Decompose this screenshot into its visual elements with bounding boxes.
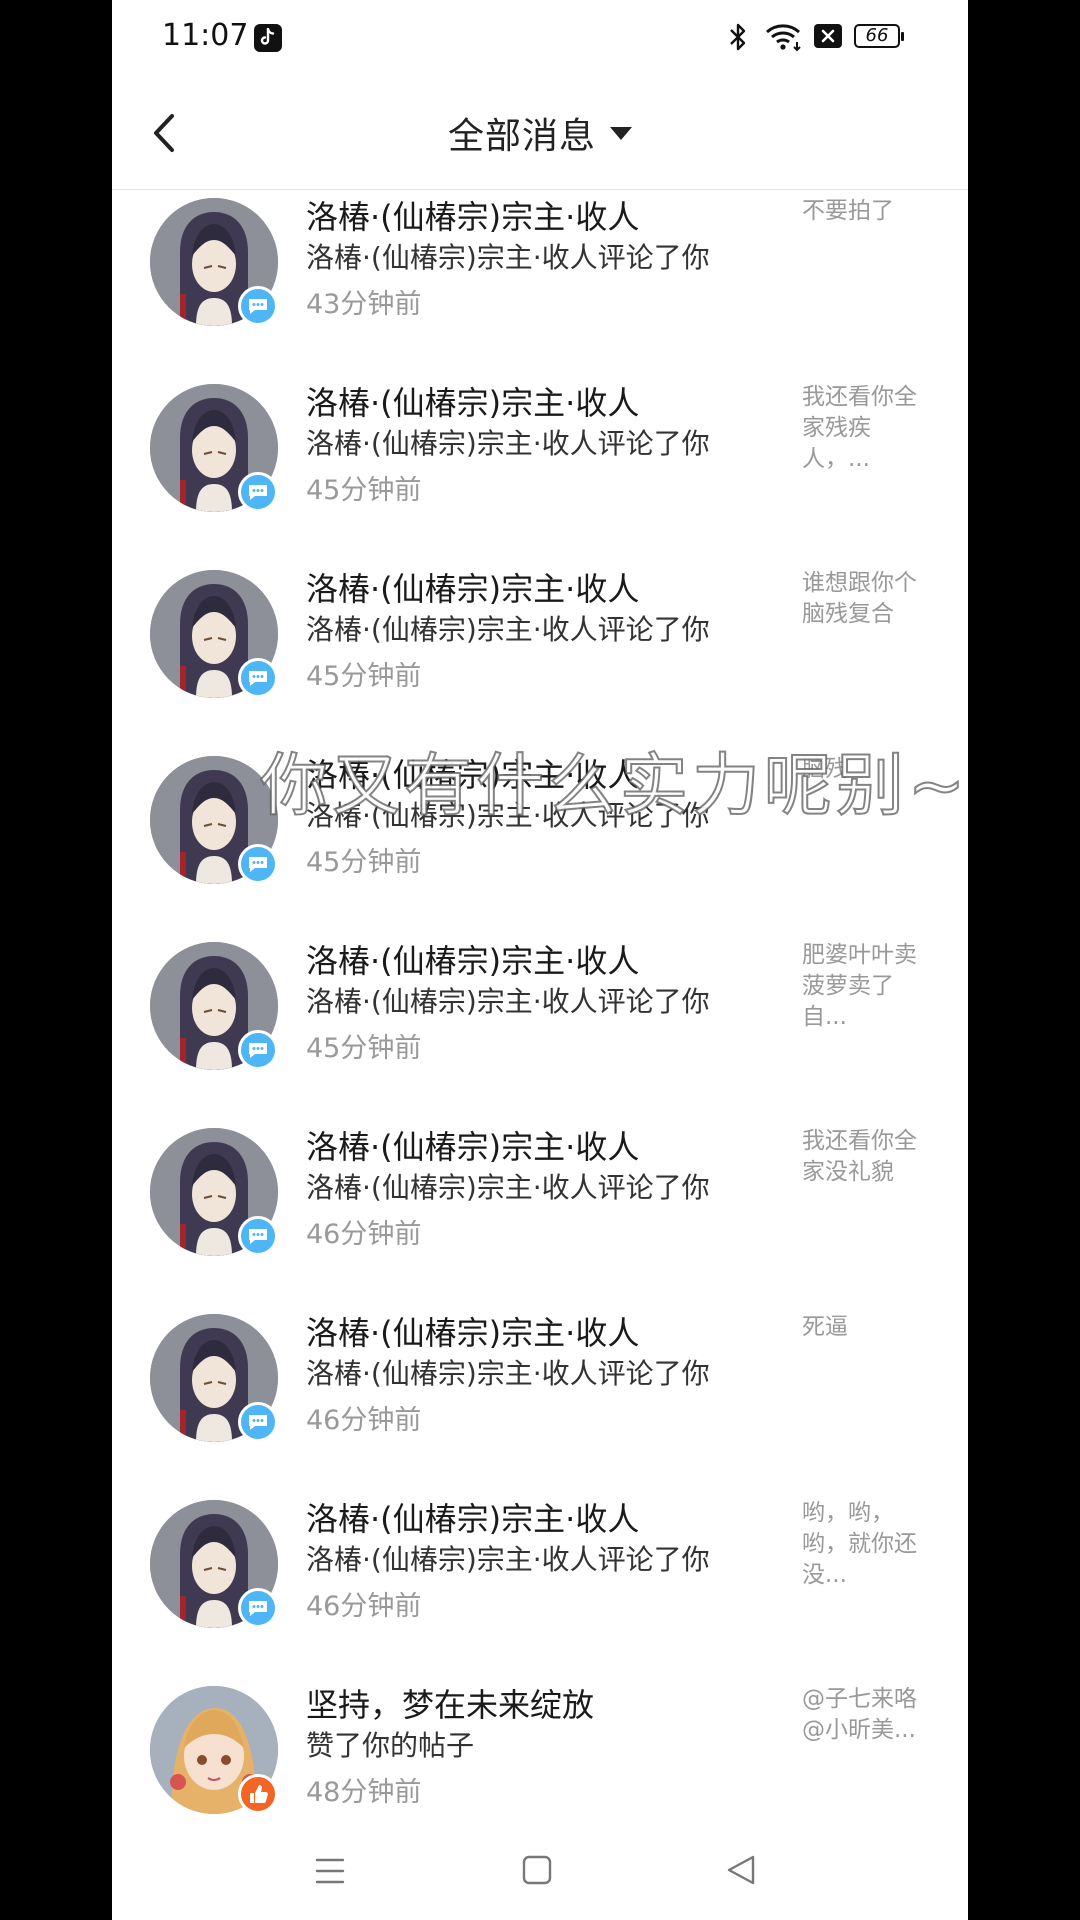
comment-badge-icon xyxy=(238,472,278,512)
menu-nav-button[interactable] xyxy=(314,1854,346,1892)
status-time: 11:07 xyxy=(162,18,249,53)
timestamp: 45分钟前 xyxy=(306,661,422,692)
user-name: 洛椿·(仙椿宗)宗主·收人 xyxy=(306,384,640,422)
user-name: 坚持，梦在未来绽放 xyxy=(306,1686,595,1724)
like-badge-icon xyxy=(238,1774,278,1814)
message-list[interactable]: 洛椿·(仙椿宗)宗主·收人 洛椿·(仙椿宗)宗主·收人评论了你 43分钟前 不要拍了洛… xyxy=(112,190,968,1830)
user-name: 洛椿·(仙椿宗)宗主·收人 xyxy=(306,198,640,236)
comment-badge-icon xyxy=(238,1216,278,1256)
page-title: 全部消息 xyxy=(447,116,596,157)
wifi-icon xyxy=(764,22,804,56)
notification-action: 洛椿·(仙椿宗)宗主·收人评论了你 xyxy=(306,799,710,832)
user-name: 洛椿·(仙椿宗)宗主·收人 xyxy=(306,1314,640,1352)
home-nav-button[interactable] xyxy=(520,1852,554,1892)
notification-action: 洛椿·(仙椿宗)宗主·收人评论了你 xyxy=(306,613,710,646)
message-row[interactable]: 洛椿·(仙椿宗)宗主·收人洛椿·(仙椿宗)宗主·收人评论了你 45分钟前 谁想跟你个… xyxy=(112,562,968,748)
message-filter-dropdown[interactable]: 全部消息 xyxy=(112,76,968,190)
timestamp: 48分钟前 xyxy=(306,1777,422,1808)
timestamp: 46分钟前 xyxy=(306,1219,422,1250)
notification-action: 洛椿·(仙椿宗)宗主·收人评论了你 xyxy=(306,1543,710,1576)
comment-badge-icon xyxy=(238,658,278,698)
status-bar: 11:07 66 xyxy=(112,0,968,76)
timestamp: 43分钟前 xyxy=(306,289,422,320)
user-name: 洛椿·(仙椿宗)宗主·收人 xyxy=(306,570,640,608)
comment-badge-icon xyxy=(238,286,278,326)
comment-badge-icon xyxy=(238,1588,278,1628)
timestamp: 45分钟前 xyxy=(306,847,422,878)
no-sim-icon xyxy=(814,24,842,48)
notification-action: 洛椿·(仙椿宗)宗主·收人评论了你 xyxy=(306,427,710,460)
triangle-back-icon xyxy=(727,1855,755,1885)
comment-preview: 死逼 xyxy=(802,1314,848,1340)
message-row[interactable]: 洛椿·(仙椿宗)宗主·收人洛椿·(仙椿宗)宗主·收人评论了你 43分钟前 不要拍了 xyxy=(112,190,968,376)
user-name: 洛椿·(仙椿宗)宗主·收人 xyxy=(306,1500,640,1538)
notification-action: 洛椿·(仙椿宗)宗主·收人评论了你 xyxy=(306,241,710,274)
notification-action: 洛椿·(仙椿宗)宗主·收人评论了你 xyxy=(306,1357,710,1390)
square-home-icon xyxy=(522,1855,552,1885)
battery-icon: 66 xyxy=(854,24,904,48)
message-row[interactable]: 洛椿·(仙椿宗)宗主·收人洛椿·(仙椿宗)宗主·收人评论了你 46分钟前 死逼 xyxy=(112,1306,968,1492)
comment-badge-icon xyxy=(238,844,278,884)
comment-preview: 谁想跟你个脑残复合 xyxy=(802,570,917,627)
caret-down-icon xyxy=(610,126,632,140)
comment-preview: 不要拍了 xyxy=(802,198,894,224)
timestamp: 45分钟前 xyxy=(306,1033,422,1064)
timestamp: 46分钟前 xyxy=(306,1405,422,1436)
user-name: 洛椿·(仙椿宗)宗主·收人 xyxy=(306,942,640,980)
tiktok-notification-icon xyxy=(254,24,282,52)
timestamp: 45分钟前 xyxy=(306,475,422,506)
comment-preview: 脑残 xyxy=(802,756,848,782)
bluetooth-icon xyxy=(728,22,748,56)
message-row[interactable]: 洛椿·(仙椿宗)宗主·收人洛椿·(仙椿宗)宗主·收人评论了你 45分钟前 肥婆叶叶卖… xyxy=(112,934,968,1120)
comment-badge-icon xyxy=(238,1030,278,1070)
comment-preview: 肥婆叶叶卖菠萝卖了自... xyxy=(802,942,917,1030)
user-name: 洛椿·(仙椿宗)宗主·收人 xyxy=(306,756,640,794)
notification-action: 赞了你的帖子 xyxy=(306,1729,475,1762)
comment-preview: 我还看你全家没礼貌 xyxy=(802,1128,917,1185)
user-name: 洛椿·(仙椿宗)宗主·收人 xyxy=(306,1128,640,1166)
battery-level: 66 xyxy=(865,25,889,46)
comment-preview: 哟，哟，哟，就你还没... xyxy=(802,1500,917,1588)
comment-badge-icon xyxy=(238,1402,278,1442)
message-row[interactable]: 洛椿·(仙椿宗)宗主·收人洛椿·(仙椿宗)宗主·收人评论了你 45分钟前 我还看你全… xyxy=(112,376,968,562)
menu-icon xyxy=(315,1858,345,1884)
timestamp: 46分钟前 xyxy=(306,1591,422,1622)
header-bar: 全部消息 xyxy=(112,76,968,190)
back-nav-button[interactable] xyxy=(724,1852,758,1892)
message-row[interactable]: 洛椿·(仙椿宗)宗主·收人洛椿·(仙椿宗)宗主·收人评论了你 46分钟前 哟，哟，哟… xyxy=(112,1492,968,1678)
phone-screen: 11:07 66 全部消息 洛椿·(仙椿宗)宗主·收人 洛椿·(仙椿宗)宗主·收人… xyxy=(112,0,968,1920)
message-row[interactable]: 坚持，梦在未来绽放赞了你的帖子 48分钟前 @子七来咯@小昕美... xyxy=(112,1678,968,1830)
comment-preview: @子七来咯@小昕美... xyxy=(802,1686,917,1743)
notification-action: 洛椿·(仙椿宗)宗主·收人评论了你 xyxy=(306,1171,710,1204)
message-row[interactable]: 洛椿·(仙椿宗)宗主·收人洛椿·(仙椿宗)宗主·收人评论了你 46分钟前 我还看你全… xyxy=(112,1120,968,1306)
system-nav-bar xyxy=(112,1830,968,1920)
notification-action: 洛椿·(仙椿宗)宗主·收人评论了你 xyxy=(306,985,710,1018)
comment-preview: 我还看你全家残疾人，... xyxy=(802,384,917,472)
message-row[interactable]: 洛椿·(仙椿宗)宗主·收人洛椿·(仙椿宗)宗主·收人评论了你 45分钟前 脑残 xyxy=(112,748,968,934)
